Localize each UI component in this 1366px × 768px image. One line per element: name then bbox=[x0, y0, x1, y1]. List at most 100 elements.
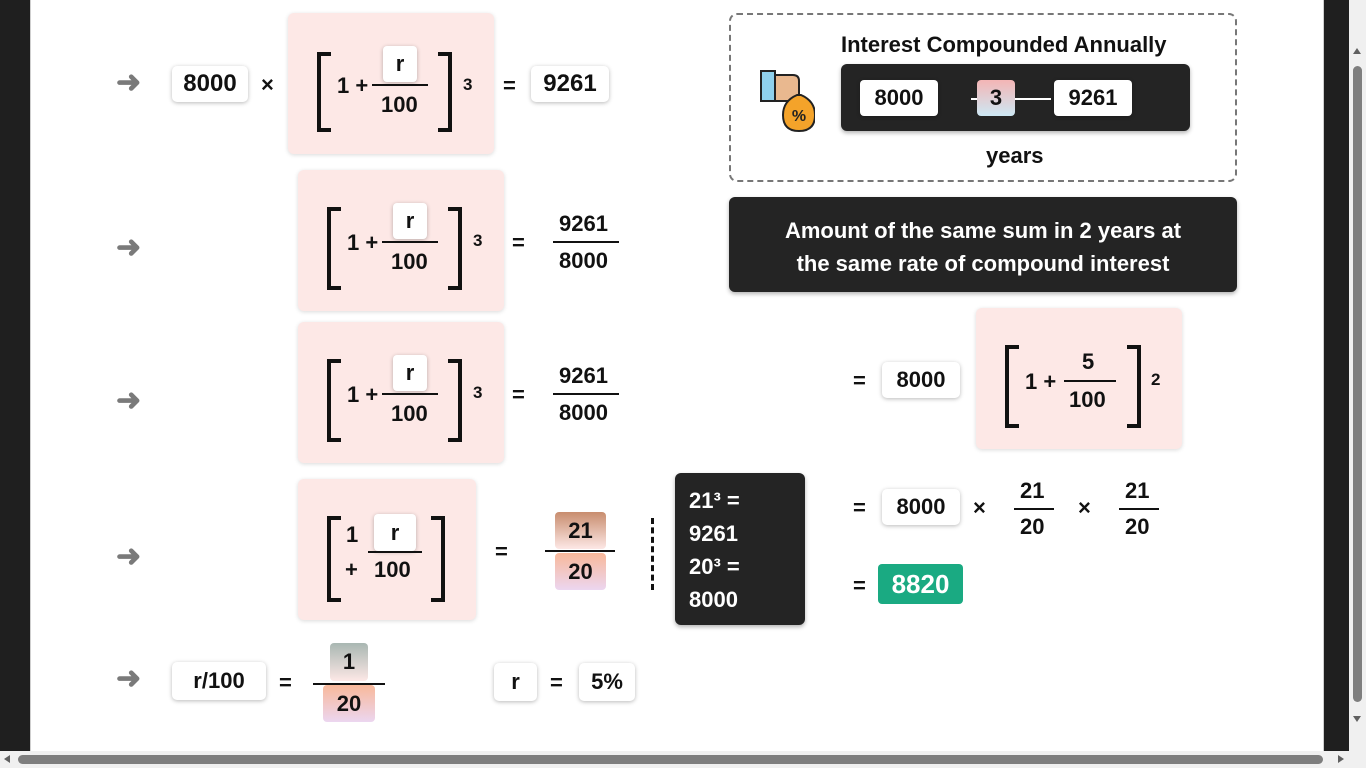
vertical-scroll-thumb[interactable] bbox=[1353, 66, 1362, 702]
fraction-numerator: 21 bbox=[1125, 478, 1150, 503]
rate-ratio-box: r/100 bbox=[172, 662, 266, 700]
hundred: 100 bbox=[1069, 387, 1106, 412]
denominator-tile: 20 bbox=[555, 553, 606, 590]
money-bag-percent-icon: % bbox=[760, 70, 815, 133]
cubes-text: 21³ = 9261 20³ = 8000 bbox=[689, 484, 740, 616]
equals-sign: = bbox=[853, 495, 866, 520]
cubes-panel: 21³ = 9261 20³ = 8000 bbox=[675, 473, 805, 625]
one-plus: 1 + bbox=[347, 382, 379, 407]
formula-box: 1 + r 100 3 bbox=[298, 170, 504, 311]
arrow-icon: ➜ bbox=[116, 662, 142, 695]
formula-box: 1 + 5 100 2 bbox=[976, 308, 1182, 449]
right-bracket bbox=[448, 207, 462, 290]
formula-box: 1 + r 100 3 bbox=[298, 322, 504, 463]
left-bracket bbox=[1005, 345, 1019, 428]
fraction-numerator: 9261 bbox=[559, 211, 608, 236]
principal-box: 8000 bbox=[882, 489, 960, 525]
content-page: ➜ 8000 × 1 + r 100 3 = 9261 ➜ 1 + r 100 … bbox=[30, 0, 1324, 752]
vertical-scrollbar[interactable] bbox=[1349, 0, 1366, 751]
scroll-down-icon[interactable] bbox=[1353, 716, 1361, 722]
fraction-bar bbox=[372, 84, 428, 86]
fraction-bar bbox=[545, 550, 615, 552]
right-bracket bbox=[438, 52, 452, 132]
horizontal-scrollbar[interactable] bbox=[0, 751, 1366, 768]
final-answer-badge: 8820 bbox=[878, 564, 963, 604]
one: 1 bbox=[346, 522, 359, 547]
rate-tile: r bbox=[393, 355, 427, 391]
left-bracket bbox=[327, 516, 341, 602]
left-bracket bbox=[327, 207, 341, 290]
fraction-bar bbox=[553, 393, 619, 395]
times-sign: × bbox=[1078, 495, 1091, 520]
arrow-icon: ➜ bbox=[116, 540, 142, 573]
exponent: 3 bbox=[473, 383, 483, 402]
left-bracket bbox=[327, 359, 341, 442]
timeline-panel: 8000 3 9261 bbox=[841, 64, 1190, 131]
timeline-amount: 9261 bbox=[1054, 80, 1132, 116]
principal-box: 8000 bbox=[172, 66, 248, 102]
fraction-bar bbox=[1064, 380, 1116, 382]
rate-answer-box: 5% bbox=[579, 663, 635, 701]
formula-box: 1 + r 100 bbox=[298, 479, 476, 620]
formula-box: 1 + r 100 3 bbox=[288, 13, 494, 154]
cube-line-4: 8000 bbox=[689, 587, 738, 612]
fraction-bar bbox=[368, 551, 422, 553]
equals-sign: = bbox=[512, 230, 525, 255]
question-banner: Amount of the same sum in 2 years at the… bbox=[729, 197, 1237, 292]
exponent: 2 bbox=[1151, 370, 1161, 389]
banner-text: Amount of the same sum in 2 years at the… bbox=[729, 214, 1237, 280]
card-title: Interest Compounded Annually bbox=[841, 32, 1167, 57]
equals-sign: = bbox=[512, 382, 525, 407]
info-card: % Interest Compounded Annually 8000 3 92… bbox=[729, 13, 1237, 182]
years-label: years bbox=[986, 143, 1044, 168]
right-bracket bbox=[448, 359, 462, 442]
numerator-tile: 21 bbox=[555, 512, 606, 549]
left-bracket bbox=[317, 52, 331, 132]
one-plus: 1 + bbox=[347, 230, 379, 255]
exponent: 3 bbox=[463, 75, 473, 94]
svg-text:%: % bbox=[792, 108, 806, 125]
scroll-left-icon[interactable] bbox=[4, 755, 10, 763]
timeline-principal: 8000 bbox=[860, 80, 938, 116]
rate-tile: r bbox=[393, 203, 427, 239]
fraction-denominator: 20 bbox=[1020, 514, 1045, 539]
equals-sign: = bbox=[279, 670, 292, 695]
amount-box: 9261 bbox=[531, 66, 609, 102]
right-bracket bbox=[1127, 345, 1141, 428]
fraction-bar bbox=[1014, 508, 1054, 510]
arrow-icon: ➜ bbox=[116, 231, 142, 264]
dashed-divider bbox=[651, 518, 654, 590]
times-sign: × bbox=[973, 495, 986, 520]
equals-sign: = bbox=[503, 73, 516, 98]
fraction-denominator: 20 bbox=[1125, 514, 1150, 539]
equals-sign: = bbox=[550, 670, 563, 695]
horizontal-scroll-thumb[interactable] bbox=[18, 755, 1323, 764]
fraction-bar bbox=[382, 393, 438, 395]
times-sign: × bbox=[261, 72, 274, 97]
rate-numerator: 5 bbox=[1082, 349, 1095, 374]
scroll-up-icon[interactable] bbox=[1353, 48, 1361, 54]
denominator-tile: 20 bbox=[323, 685, 375, 722]
scroll-right-icon[interactable] bbox=[1338, 755, 1344, 763]
cube-line-3: 20³ = bbox=[689, 554, 740, 579]
timeline-years: 3 bbox=[977, 80, 1015, 116]
hundred: 100 bbox=[391, 401, 428, 426]
principal-box: 8000 bbox=[882, 362, 960, 398]
fraction-bar bbox=[553, 241, 619, 243]
fraction-denominator: 8000 bbox=[559, 248, 608, 273]
banner-line-2: the same rate of compound interest bbox=[796, 251, 1170, 276]
rate-tile: r bbox=[383, 46, 417, 82]
equals-sign: = bbox=[495, 539, 508, 564]
equals-sign: = bbox=[853, 368, 866, 393]
exponent: 3 bbox=[473, 231, 483, 250]
cube-line-2: 9261 bbox=[689, 521, 738, 546]
hundred: 100 bbox=[374, 557, 411, 582]
cube-line-1: 21³ = bbox=[689, 488, 740, 513]
arrow-icon: ➜ bbox=[116, 384, 142, 417]
equals-sign: = bbox=[853, 573, 866, 598]
fraction-bar bbox=[1119, 508, 1159, 510]
fraction-denominator: 8000 bbox=[559, 400, 608, 425]
fraction-numerator: 9261 bbox=[559, 363, 608, 388]
rate-variable-box: r bbox=[494, 663, 537, 701]
banner-line-1: Amount of the same sum in 2 years at bbox=[784, 218, 1182, 243]
